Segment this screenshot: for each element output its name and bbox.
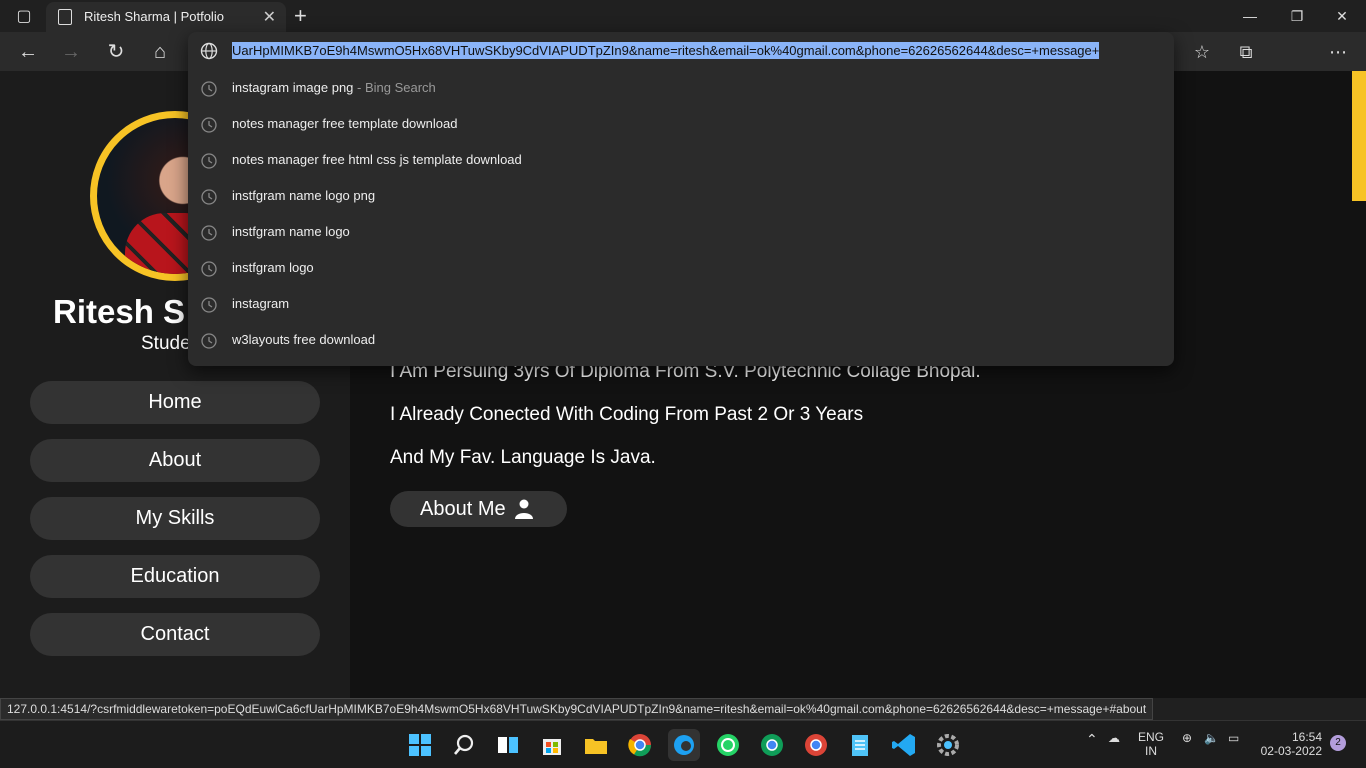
refresh-icon[interactable]: ↻ bbox=[102, 38, 130, 66]
history-icon bbox=[201, 117, 217, 133]
date-text: 02-03-2022 bbox=[1260, 744, 1322, 758]
page-icon bbox=[58, 9, 72, 25]
nav-contact[interactable]: Contact bbox=[30, 613, 320, 656]
user-icon bbox=[515, 499, 533, 519]
more-icon[interactable]: ⋯ bbox=[1324, 38, 1352, 66]
chrome-icon[interactable] bbox=[624, 729, 656, 761]
about-line-2: I Already Conected With Coding From Past… bbox=[390, 404, 864, 425]
history-icon bbox=[201, 261, 217, 277]
back-icon[interactable]: ← bbox=[14, 38, 42, 66]
globe-icon bbox=[200, 42, 218, 60]
tab-title: Ritesh Sharma | Potfolio bbox=[84, 9, 224, 24]
weather-icon[interactable]: ☁ bbox=[1108, 731, 1120, 745]
nav-my-skills[interactable]: My Skills bbox=[30, 497, 320, 540]
suggestion-item[interactable]: instfgram logo bbox=[188, 250, 1174, 286]
profile-role: Stude bbox=[141, 333, 191, 354]
history-icon bbox=[201, 225, 217, 241]
file-explorer-icon[interactable] bbox=[580, 729, 612, 761]
about-me-label: About Me bbox=[420, 498, 506, 520]
search-icon[interactable] bbox=[448, 729, 480, 761]
suggestion-item[interactable]: instagram bbox=[188, 286, 1174, 322]
suggestion-item[interactable]: instfgram name logo png bbox=[188, 178, 1174, 214]
suggestion-text: instfgram name logo png bbox=[232, 188, 376, 203]
network-icon[interactable]: ⊕ bbox=[1182, 731, 1192, 745]
region-text: IN bbox=[1145, 744, 1157, 758]
suggestion-text: instagram bbox=[232, 296, 290, 311]
profile-name: Ritesh S bbox=[53, 293, 186, 330]
close-window-icon[interactable]: ✕ bbox=[1322, 4, 1362, 28]
about-me-button[interactable]: About Me bbox=[390, 491, 567, 527]
language-indicator[interactable]: ENG IN bbox=[1138, 730, 1164, 758]
history-icon bbox=[201, 297, 217, 313]
about-line-3: And My Fav. Language Is Java. bbox=[390, 447, 656, 468]
battery-icon[interactable]: ▭ bbox=[1228, 731, 1239, 745]
time-text: 16:54 bbox=[1291, 730, 1322, 744]
chrome-profile-icon[interactable] bbox=[756, 729, 788, 761]
nav-education[interactable]: Education bbox=[30, 555, 320, 598]
nav-about[interactable]: About bbox=[30, 439, 320, 482]
address-input[interactable]: UarHpMIMKB7oE9h4MswmO5Hx68VHTuwSKby9CdVI… bbox=[232, 42, 1100, 59]
home-icon[interactable]: ⌂ bbox=[146, 38, 174, 66]
lang-text: ENG bbox=[1138, 730, 1165, 744]
suggestion-text: instfgram name logo bbox=[232, 224, 350, 239]
suggestion-item[interactable]: instfgram name logo bbox=[188, 214, 1174, 250]
whatsapp-icon[interactable] bbox=[712, 729, 744, 761]
taskbar: ⌃ ☁ ENG IN ⊕ 🔈 ▭ 16:54 02-03-2022 bbox=[0, 720, 1366, 768]
history-icon bbox=[201, 153, 217, 169]
browser-tab[interactable]: Ritesh Sharma | Potfolio ✕ bbox=[46, 2, 286, 32]
suggestion-text: instfgram logo bbox=[232, 260, 314, 275]
start-icon[interactable] bbox=[404, 729, 436, 761]
nav-home[interactable]: Home bbox=[30, 381, 320, 424]
minimize-icon[interactable]: — bbox=[1230, 4, 1270, 28]
scrollbar-thumb[interactable] bbox=[1352, 71, 1366, 201]
address-dropdown: UarHpMIMKB7oE9h4MswmO5Hx68VHTuwSKby9CdVI… bbox=[188, 32, 1174, 366]
suggestion-item[interactable]: notes manager free html css js template … bbox=[188, 142, 1174, 178]
chrome-profile-icon[interactable] bbox=[800, 729, 832, 761]
history-icon bbox=[201, 189, 217, 205]
suggestion-text: instagram image png bbox=[232, 80, 354, 95]
forward-icon[interactable]: → bbox=[57, 38, 85, 66]
close-tab-icon[interactable]: ✕ bbox=[263, 7, 276, 27]
collections-icon[interactable]: ⧉ bbox=[1232, 38, 1260, 66]
suggestion-item[interactable]: instagram image png - Bing Search bbox=[188, 70, 1174, 106]
suggestion-text: w3layouts free download bbox=[232, 332, 376, 347]
new-tab-icon[interactable]: + bbox=[294, 3, 307, 29]
tab-actions-icon[interactable]: ▢ bbox=[10, 6, 38, 26]
history-icon bbox=[201, 81, 217, 97]
favorites-icon[interactable]: ☆ bbox=[1188, 38, 1216, 66]
suggestion-item[interactable]: notes manager free template download bbox=[188, 106, 1174, 142]
settings-icon[interactable] bbox=[932, 729, 964, 761]
vscode-icon[interactable] bbox=[888, 729, 920, 761]
suggestion-text: notes manager free html css js template … bbox=[232, 152, 522, 167]
history-icon bbox=[201, 333, 217, 349]
suggestion-text: notes manager free template download bbox=[232, 116, 458, 131]
volume-icon[interactable]: 🔈 bbox=[1204, 731, 1219, 745]
restore-icon[interactable]: ❐ bbox=[1277, 4, 1317, 28]
edge-icon[interactable] bbox=[668, 729, 700, 761]
notification-badge[interactable]: 2 bbox=[1330, 735, 1346, 751]
address-bar[interactable]: UarHpMIMKB7oE9h4MswmO5Hx68VHTuwSKby9CdVI… bbox=[188, 32, 1174, 70]
status-bar: 127.0.0.1:4514/?csrfmiddlewaretoken=poEQ… bbox=[0, 698, 1154, 720]
task-view-icon[interactable] bbox=[492, 729, 524, 761]
suggestion-source: - Bing Search bbox=[353, 80, 436, 95]
notepad-icon[interactable] bbox=[844, 729, 876, 761]
chevron-up-icon[interactable]: ⌃ bbox=[1086, 731, 1098, 748]
store-icon[interactable] bbox=[536, 729, 568, 761]
title-bar: ▢ Ritesh Sharma | Potfolio ✕ + — ❐ ✕ bbox=[0, 0, 1366, 32]
clock[interactable]: 16:54 02-03-2022 bbox=[1260, 730, 1322, 758]
suggestion-item[interactable]: w3layouts free download bbox=[188, 322, 1174, 358]
